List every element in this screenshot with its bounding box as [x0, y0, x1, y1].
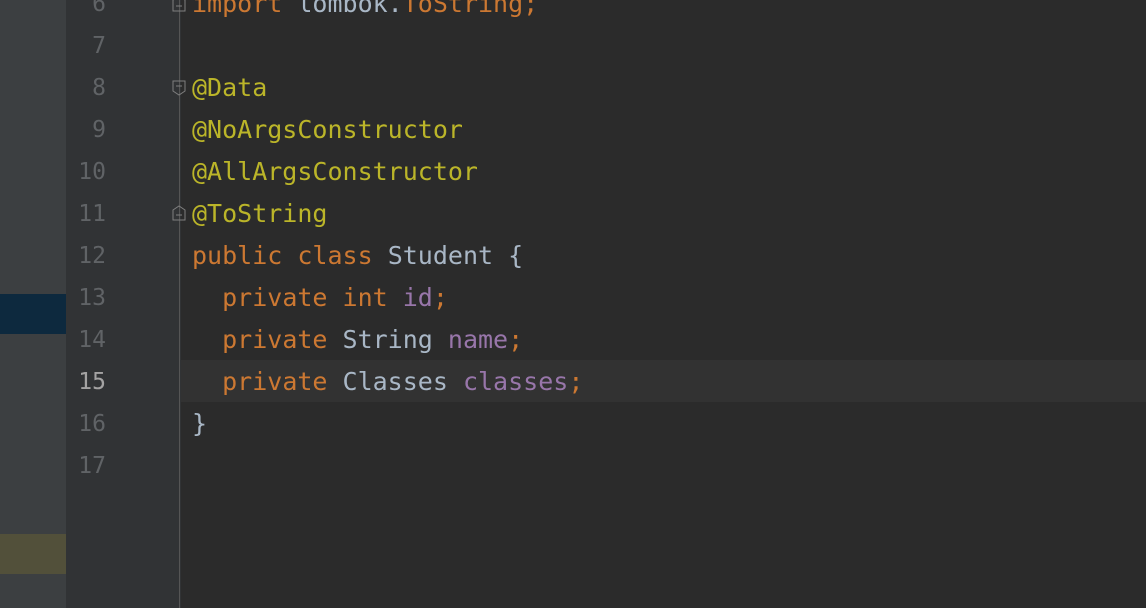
semicolon: ;: [568, 367, 584, 396]
type: Classes: [342, 367, 448, 396]
keyword: private: [222, 325, 328, 354]
line-number: 11: [78, 201, 106, 227]
line-number: 16: [78, 411, 106, 437]
line-number: 6: [92, 0, 106, 17]
code-line-annotation[interactable]: @Data: [192, 67, 267, 109]
keyword: public: [192, 241, 283, 270]
line-number-active: 15: [78, 369, 106, 395]
fold-end-icon[interactable]: [172, 0, 186, 12]
line-number: 8: [92, 75, 106, 101]
class-name: Student: [387, 241, 494, 270]
brace: {: [508, 241, 524, 270]
project-tree-selected-row[interactable]: [0, 294, 66, 334]
keyword: private: [222, 367, 328, 396]
semicolon: ;: [508, 325, 524, 354]
code-line-annotation[interactable]: @NoArgsConstructor: [192, 109, 463, 151]
code-line-field[interactable]: private String name;: [192, 319, 523, 361]
line-number: 9: [92, 117, 106, 143]
code-line-class-decl[interactable]: public class Student {: [192, 235, 523, 277]
field-name: name: [447, 325, 509, 354]
line-number: 13: [78, 285, 106, 311]
semicolon: ;: [523, 0, 539, 18]
keyword: class: [297, 241, 373, 270]
class-ref: ToString: [402, 0, 524, 18]
line-number: 17: [78, 453, 106, 479]
semicolon: ;: [432, 283, 448, 312]
line-number: 14: [78, 327, 106, 353]
brace: }: [192, 409, 208, 438]
line-number: 12: [78, 243, 106, 269]
code-line-import[interactable]: import lombok.ToString;: [192, 0, 538, 25]
fold-end-icon[interactable]: [172, 205, 186, 221]
line-number: 7: [92, 33, 106, 59]
line-number: 10: [78, 159, 106, 185]
fold-start-icon[interactable]: [172, 80, 186, 96]
code-line-field-active[interactable]: private Classes classes;: [192, 361, 583, 403]
code-line-field[interactable]: private int id;: [192, 277, 448, 319]
package-name: lombok.: [297, 0, 403, 18]
type: int: [342, 283, 388, 312]
field-name: id: [402, 283, 433, 312]
project-tree-highlighted-row[interactable]: [0, 534, 66, 574]
keyword: import: [192, 0, 283, 18]
type: String: [342, 325, 433, 354]
ide-window: 6 7 8 9 10 11 12 13 14 15 16 17 import l…: [0, 0, 1146, 608]
keyword: private: [222, 283, 328, 312]
code-line-close-brace[interactable]: }: [192, 403, 207, 445]
code-line-annotation[interactable]: @AllArgsConstructor: [192, 151, 478, 193]
field-name: classes: [462, 367, 569, 396]
code-line-annotation[interactable]: @ToString: [192, 193, 327, 235]
